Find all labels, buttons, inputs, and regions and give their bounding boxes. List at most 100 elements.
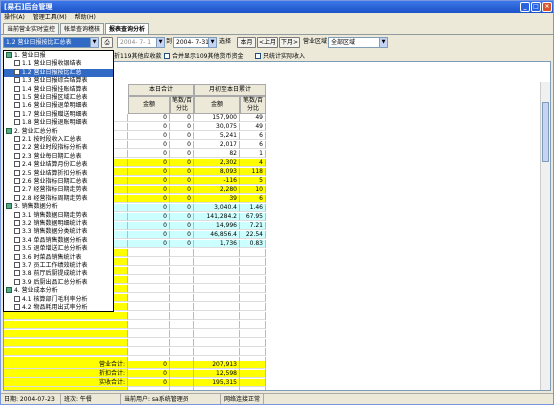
dropdown-item[interactable]: 2.4 营业结算月份汇总表 [4,161,113,169]
report-dropdown-list[interactable]: 1. 营业日报 1.1 营业日报收银结表 1.2 营业日报按比汇总 1.3 营业日报综… [3,50,114,312]
dropdown-group[interactable]: 2. 营业汇总分析 [4,127,113,136]
header-monthly: 月初至本日累计 [194,84,266,96]
scrollbar-thumb[interactable] [542,102,549,162]
header-percent: 笔数/百分比 [170,96,194,114]
dropdown-item[interactable]: 1.3 营业日报综合结算表 [4,77,113,85]
dropdown-item[interactable]: 3.9 后厨出品汇总分析表 [4,278,113,287]
dropdown-item[interactable]: 2.6 营业指标日期汇总表 [4,178,113,186]
tab-bill-audit[interactable]: 帐单查询稽核 [60,23,105,34]
cell-empty [170,312,194,320]
cell-d: 49 [240,123,266,131]
dropdown-item[interactable]: 3.2 销售数据明细统计表 [4,220,113,228]
dropdown-group[interactable]: 4. 营业成本分析 [4,287,113,295]
dropdown-item-label: 3.5 退单增送汇总分析表 [22,245,88,253]
dropdown-item[interactable]: 1.1 营业日报收银结表 [4,60,113,68]
total-empty [240,370,266,378]
dropdown-item[interactable]: 4.2 物品耗用出式率分析 [4,304,113,311]
option-other-receivables[interactable]: 折119其他应收款 [114,51,161,60]
minimize-button[interactable]: _ [520,2,530,12]
window-title: [易石]后台管理 [4,3,53,11]
option-actual-income[interactable]: 只统计实际收入 [255,51,305,60]
dropdown-item[interactable]: 3.3 销售数据分类统计表 [4,228,113,236]
cell-empty [194,321,240,329]
tab-realtime-monitor[interactable]: 当前营业实时监控 [3,23,60,34]
dropdown-item[interactable]: 1.2 营业日报按比汇总 [4,68,113,77]
dropdown-item[interactable]: 2.2 营业时段指标分析表 [4,144,113,152]
option-label: 合并显示109其他货币资金 [172,53,244,60]
document-icon [14,60,20,67]
next-month-button[interactable]: 下月> [279,37,300,48]
dropdown-item[interactable]: 2.8 经营指标周期走势表 [4,194,113,203]
option-merge-currency[interactable]: 合并显示109其他货币资金 [164,51,243,60]
document-icon [14,211,20,218]
this-month-button[interactable]: 本月 [237,37,256,48]
dropdown-item[interactable]: 3.4 单品销售数据分析表 [4,236,113,245]
close-button[interactable]: × [542,2,552,12]
cell-empty [240,276,266,284]
dropdown-item-label: 1.5 营业日报区域汇总表 [22,94,88,101]
cell-b: 0 [170,159,194,167]
dropdown-item-label: 4.1 核算部门毛利率分析 [22,295,88,303]
report-select[interactable]: 1.2 营业日报按比汇总表 ▼ [3,37,99,48]
dropdown-item[interactable]: 3.8 前厅后厨提成统计表 [4,270,113,278]
dropdown-item-label: 2.3 营业每日期汇总表 [22,152,82,160]
dropdown-group[interactable]: 1. 营业日报 [4,52,113,60]
cell-empty [240,330,266,338]
dropdown-item[interactable]: 3.5 退单增送汇总分析表 [4,245,113,253]
cell-b: 0 [170,123,194,131]
cell-empty [128,348,170,356]
print-icon[interactable]: ⎙ [101,37,113,48]
cell-c: 1,736 [194,240,240,248]
dropdown-item[interactable]: 1.7 营业日报赠送明细表 [4,110,113,119]
checkbox[interactable] [255,52,261,59]
dropdown-item[interactable]: 2.7 经营指标日期走势表 [4,186,113,194]
dropdown-item[interactable]: 1.4 营业日报挂账结算表 [4,85,113,94]
dropdown-item[interactable]: 1.5 营业日报区域汇总表 [4,94,113,102]
tab-report-analysis[interactable]: 报表查询分析 [105,23,150,34]
cell-empty [170,294,194,302]
dropdown-item[interactable]: 2.1 按时段收入汇总表 [4,136,113,144]
cell-empty [128,321,170,329]
dropdown-item[interactable]: 4.1 核算部门毛利率分析 [4,295,113,304]
menu-tools[interactable]: 管理工具(M) [33,13,67,23]
option-label: 只统计实际收入 [263,53,306,60]
cell-empty [170,258,194,266]
dropdown-item-label: 2.8 经营指标周期走势表 [22,194,88,202]
menu-help[interactable]: 帮助(H) [75,13,96,23]
document-icon [14,270,20,277]
menu-bar: 操作(A) 管理工具(M) 帮助(H) [1,13,553,23]
area-select-value: 全部区域 [331,39,356,46]
chevron-down-icon: ▼ [90,38,98,47]
dropdown-item[interactable]: 2.5 营业结算折扣分析表 [4,169,113,178]
cell-c: 8,093 [194,168,240,176]
vertical-scrollbar[interactable] [540,82,550,390]
cell-a: 0 [128,240,170,248]
dropdown-item-label: 1.3 营业日报综合结算表 [22,77,88,85]
menu-operate[interactable]: 操作(A) [4,13,25,23]
cell-a: 0 [128,114,170,122]
date-to-picker[interactable]: 2004- 7-31 ▼ [173,37,217,48]
dropdown-item[interactable]: 1.6 营业日报退单明细表 [4,102,113,110]
dropdown-group[interactable]: 3. 销售数据分析 [4,203,113,211]
maximize-button[interactable]: □ [531,2,541,12]
date-from-picker[interactable]: 2004- 7- 1 ▼ [117,37,165,48]
cell-a: 0 [128,123,170,131]
dropdown-item[interactable]: 3.1 销售数据日期走势表 [4,211,113,220]
dropdown-item[interactable]: 1.8 营业日报退账明细表 [4,119,113,127]
cell-empty [128,330,170,338]
prev-month-button[interactable]: <上月 [257,37,278,48]
checkbox[interactable] [164,52,170,59]
area-select[interactable]: 全部区域 ▼ [328,37,388,48]
dropdown-item[interactable]: 3.6 时菜品销售统计表 [4,253,113,262]
cell-empty [194,348,240,356]
toolbar: 1.2 营业日报按比汇总表 ▼ ⎙ 2004- 7- 1 ▼ 到 2004- 7-3… [1,34,553,49]
cell-b: 0 [170,132,194,140]
cell-c: 14,996 [194,222,240,230]
dropdown-item[interactable]: 3.7 员工工作绩效统计表 [4,262,113,270]
cell-empty [194,312,240,320]
cell-empty [170,303,194,311]
dropdown-item[interactable]: 2.3 营业每日期汇总表 [4,152,113,161]
cell-d: 0.83 [240,240,266,248]
document-icon [14,220,20,226]
cell-a: 0 [128,204,170,212]
